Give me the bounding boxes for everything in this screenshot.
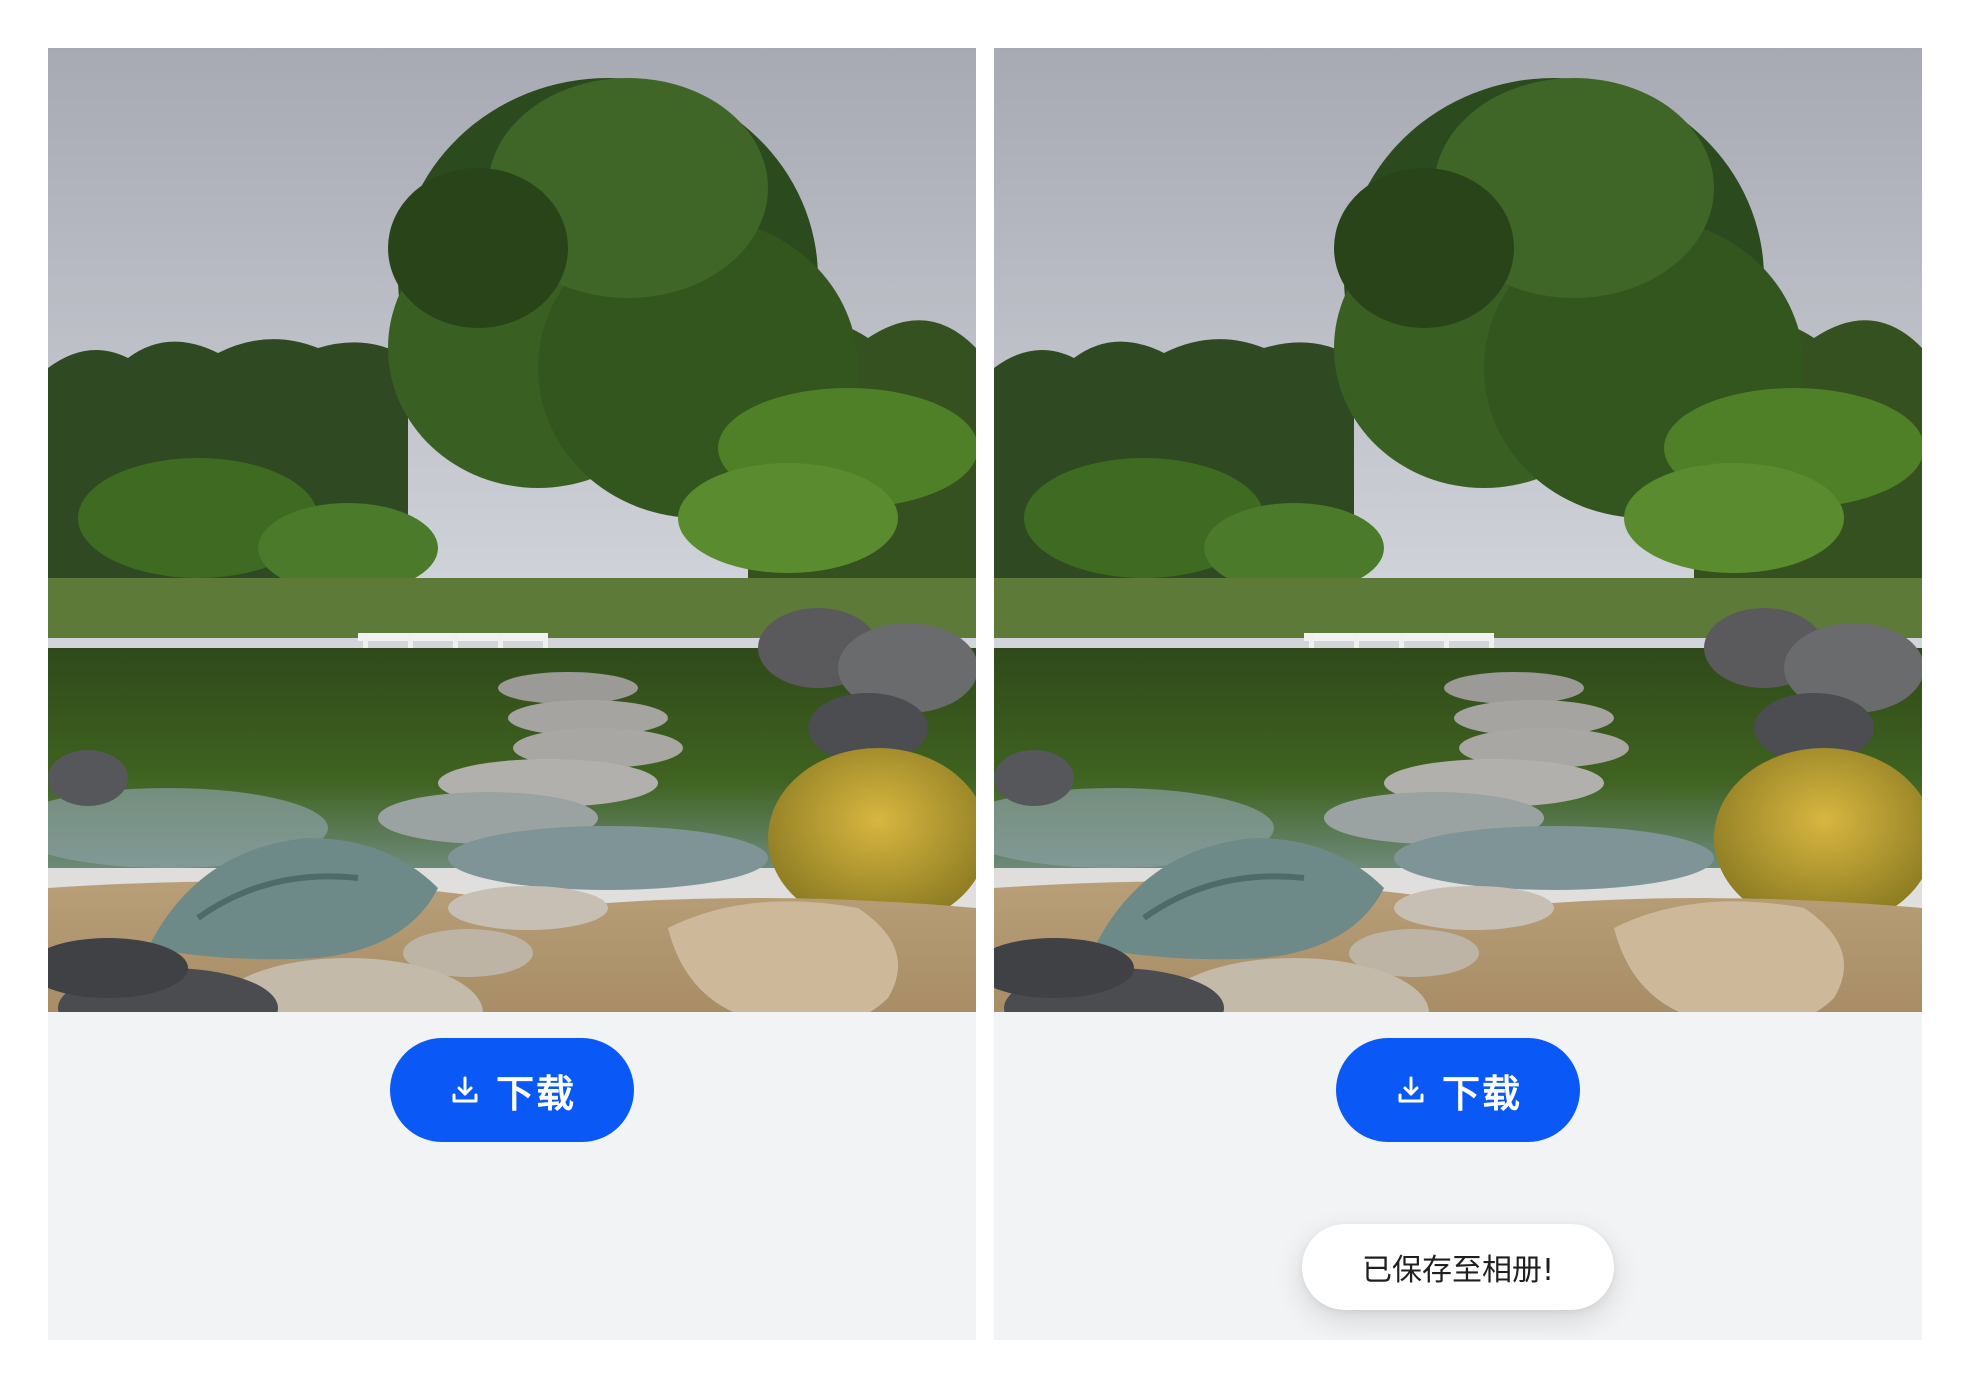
garden-photo-image (994, 48, 1922, 1012)
toast-message: 已保存至相册! (1361, 1253, 1555, 1288)
download-button[interactable]: 下载 (1336, 1038, 1580, 1142)
download-icon (452, 1076, 478, 1103)
download-icon (1398, 1076, 1424, 1103)
comparison-canvas: 下载 下载 已保存至相册! (0, 0, 1968, 1388)
garden-photo (48, 48, 976, 1012)
before-screen: 下载 (48, 48, 976, 1340)
garden-photo-image (48, 48, 976, 1012)
after-screen: 下载 已保存至相册! (994, 48, 1922, 1340)
download-button-label: 下载 (495, 1071, 576, 1116)
download-button-label: 下载 (1441, 1071, 1522, 1116)
garden-photo (994, 48, 1922, 1012)
download-button[interactable]: 下载 (390, 1038, 634, 1142)
saved-toast: 已保存至相册! (1302, 1224, 1614, 1310)
